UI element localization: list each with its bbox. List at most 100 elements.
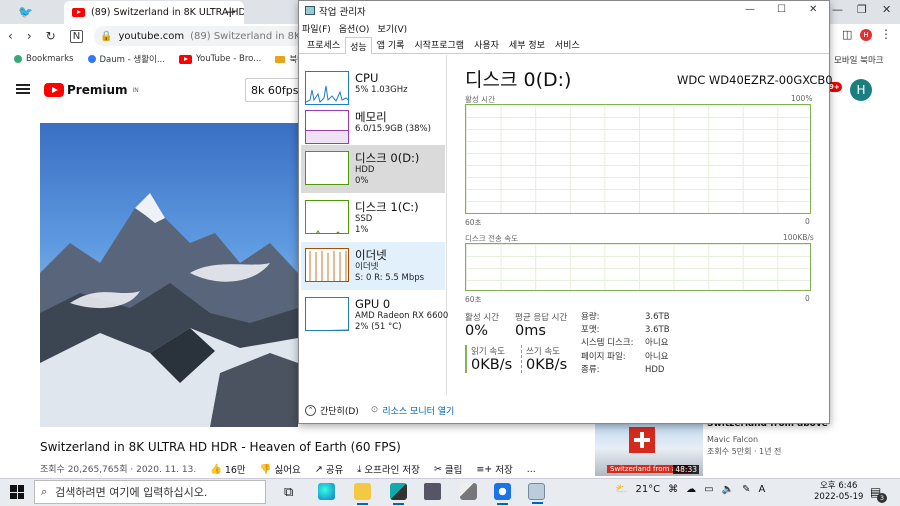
resource-ethernet[interactable]: 이더넷 이더넷 S: 0 R: 5.5 Mbps [301,242,445,290]
browser-restore-icon[interactable]: ❐ [857,3,867,16]
memory-mini-graph [305,110,349,144]
menu-icon[interactable] [16,84,30,94]
gpu-mini-graph [305,297,349,331]
side-video-thumbnail[interactable]: Switzerland from abov 48:33 [595,421,703,476]
browser-menu-icon[interactable]: ⋮ [880,27,892,41]
calculator-icon[interactable] [424,483,441,500]
menu-options[interactable]: 옵션(O) [339,22,370,35]
download-button[interactable]: ⤓ 오프라인 저장 [357,462,420,477]
edge-icon[interactable] [318,483,335,500]
file-explorer-icon[interactable] [354,483,371,505]
sidebar-icon[interactable]: ◫ [842,28,852,41]
tm-maximize-icon[interactable]: ☐ [777,4,786,15]
stat-label: 쓰기 속도 [526,347,560,357]
browser-close-icon[interactable]: ✕ [882,3,891,16]
weather-temp[interactable]: 21°C [635,484,660,495]
graph1-time: 60초 [465,218,482,227]
reload-icon[interactable]: ↻ [46,29,56,43]
back-icon[interactable]: ‹ [8,29,13,43]
tab-startup[interactable]: 시작프로그램 [409,35,469,53]
pen-app-icon[interactable] [460,483,477,500]
tab-app-history[interactable]: 앱 기록 [372,35,410,53]
naver-icon[interactable]: N [69,29,84,43]
write-speed-stat: 쓰기 속도 0KB/s [521,345,567,373]
daum-icon [87,55,96,63]
video-player[interactable] [40,123,298,427]
spec-row: 종류: HDD [581,364,670,377]
taskbar-search-placeholder: 검색하려면 여기에 입력하십시오. [55,486,208,499]
taskbar-clock[interactable]: 오후 6:46 2022-05-19 [814,481,863,503]
youtube-avatar[interactable]: H [850,79,872,101]
url-path: (89) Switzerland in 8K ULTRA HD [190,30,304,42]
more-button[interactable]: ... [527,462,536,476]
browser-tab[interactable]: (89) Switzerland in 8K ULTRA HD HDR ✕ [64,1,244,24]
tm-footer: ⌃ 간단히(D) ⊙ 리소스 모니터 열기 [299,397,829,423]
youtube-search-input[interactable]: 8k 60fps [245,78,305,102]
resource-disk1[interactable]: 디스크 1(C:) SSD 1% [301,194,445,242]
url-domain: youtube.com [118,30,185,42]
resource-name: 디스크 1(C:) [355,200,419,214]
video-actions: 👍 16만 👎 싫어요 ↗ 공유 ⤓ 오프라인 저장 ✂ 클립 ≡+ 저장 ... [210,462,536,477]
fewer-details-link[interactable]: 간단히(D) [320,404,359,417]
youtube-premium-logo[interactable]: Premium IN [44,83,139,97]
resource-line1: HDD [355,165,375,175]
app-icon[interactable] [390,483,407,505]
resource-disk0[interactable]: 디스크 0(D:) HDD 0% [301,145,445,193]
clip-button[interactable]: ✂ 클립 [434,462,462,477]
tab-details[interactable]: 세부 정보 [504,35,550,53]
task-view-icon[interactable]: ⧉ [284,485,293,500]
task-manager-taskbar-icon[interactable] [528,483,545,504]
resource-line1: 6.0/15.9GB (38%) [355,124,431,134]
spec-key: 용량: [581,312,600,322]
taskbar-search-box[interactable]: ⌕ 검색하려면 여기에 입력하십시오. [34,480,266,504]
open-resource-monitor-link[interactable]: 리소스 모니터 열기 [382,404,454,417]
dislike-label: 싫어요 [274,465,301,476]
forward-icon[interactable]: › [27,29,32,43]
youtube-logo-icon [44,83,64,97]
resource-gpu[interactable]: GPU 0 AMD Radeon RX 6600 2% (51 °C) [301,291,448,339]
network-icon[interactable]: ▭ [704,484,713,495]
spec-value: 아니요 [645,338,669,349]
tm-menubar: 파일(F) 옵션(O) 보기(V) [299,20,829,36]
tab-users[interactable]: 사용자 [469,35,504,53]
chevron-up-icon[interactable]: ⌃ [305,404,316,416]
tab-performance[interactable]: 성능 [345,37,372,54]
tab-services[interactable]: 서비스 [550,35,585,53]
weather-icon[interactable]: ⛅ [615,484,627,495]
tm-minimize-icon[interactable]: — [745,4,755,15]
spec-value: 3.6TB [645,312,670,322]
pen-icon[interactable]: ✎ [742,484,750,495]
bookmarks-icon [14,55,22,63]
gamepad-icon[interactable]: ⌘ [668,484,678,495]
volume-icon[interactable]: 🔈 [722,484,734,495]
bookmark-item[interactable]: YouTube - Bro... [178,54,261,64]
mobile-bookmarks[interactable]: 모바일 북마크 [834,54,884,66]
bookmark-item[interactable]: Bookmarks [14,54,74,64]
browser-minimize-icon[interactable]: — [832,3,843,16]
share-button[interactable]: ↗ 공유 [315,462,343,477]
disk-detail-pane: 디스크 0(D:) WDC WD40EZRZ-00GXCB0 활성 시간 100… [447,55,833,395]
save-button[interactable]: ≡+ 저장 [476,462,512,477]
browser-app-icon[interactable] [494,483,511,505]
system-tray: ⛅ 21°C ⌘ ☁ ▭ 🔈 ✎ A [615,484,765,495]
stat-label: 읽기 속도 [471,347,505,357]
stat-value: 0ms [515,323,546,339]
active-time-graph [465,104,811,214]
dislike-button[interactable]: 👎 싫어요 [260,462,301,477]
tm-close-icon[interactable]: ✕ [809,4,817,15]
tab-processes[interactable]: 프로세스 [302,35,345,53]
windows-start-icon[interactable] [10,485,24,499]
menu-view[interactable]: 보기(V) [377,22,407,35]
playlist-add-icon: ≡+ [476,463,493,475]
address-bar[interactable]: 🔒 youtube.com (89) Switzerland in 8K ULT… [94,26,304,46]
disk-specs: 용량: 3.6TB 포맷: 3.6TB 시스템 디스크: 아니요 페이지 파일: 아니요… [581,311,670,377]
side-video-channel[interactable]: Mavic Falcon [707,435,758,444]
like-button[interactable]: 👍 16만 [210,462,246,477]
onedrive-icon[interactable]: ☁ [686,484,696,495]
menu-file[interactable]: 파일(F) [302,22,331,35]
bookmark-item[interactable]: Daum - 생활이... [87,53,165,65]
profile-avatar[interactable]: H [860,29,872,41]
spec-key: 종류: [581,364,600,375]
new-tab-button[interactable]: + [224,3,237,21]
input-language[interactable]: A [758,484,765,495]
